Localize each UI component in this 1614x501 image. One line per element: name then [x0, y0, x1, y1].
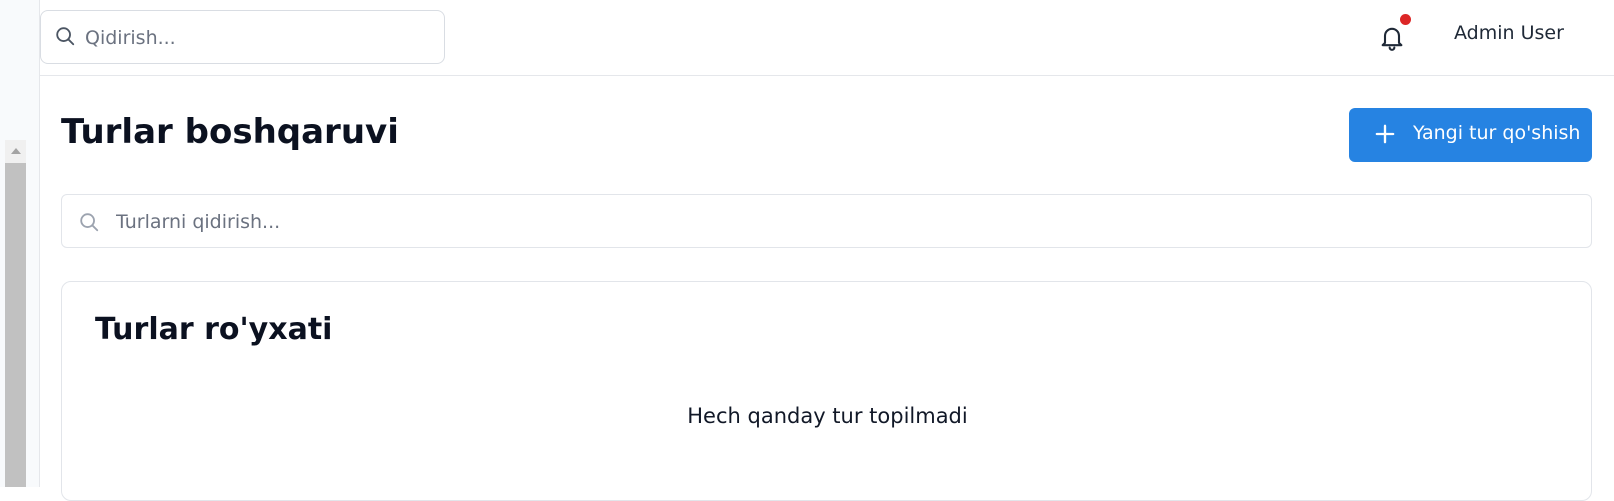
scrollbar-thumb[interactable]	[5, 163, 26, 487]
search-icon	[80, 213, 99, 232]
global-search-input[interactable]	[85, 24, 435, 52]
plus-icon	[1375, 124, 1395, 144]
global-search-box[interactable]	[40, 10, 445, 64]
user-name[interactable]: Admin User	[1454, 22, 1564, 44]
bell-icon[interactable]	[1378, 22, 1406, 52]
page-title: Turlar boshqaruvi	[61, 112, 399, 152]
scroll-up-arrow-icon[interactable]	[5, 140, 26, 162]
empty-state-message: Hech qanday tur topilmadi	[687, 404, 968, 428]
sidebar-scrollbar[interactable]	[5, 140, 26, 487]
tour-search-input[interactable]	[116, 208, 1576, 236]
sidebar	[0, 0, 40, 487]
card-title: Turlar ro'yxati	[95, 312, 333, 347]
add-tour-button-label: Yangi tur qo'shish	[1413, 122, 1581, 144]
notification-badge	[1400, 14, 1411, 25]
tour-search-box[interactable]	[61, 194, 1592, 248]
tour-list-card: Turlar ro'yxati Hech qanday tur topilmad…	[61, 281, 1592, 501]
search-icon	[56, 27, 75, 46]
add-tour-button[interactable]: Yangi tur qo'shish	[1349, 108, 1592, 162]
